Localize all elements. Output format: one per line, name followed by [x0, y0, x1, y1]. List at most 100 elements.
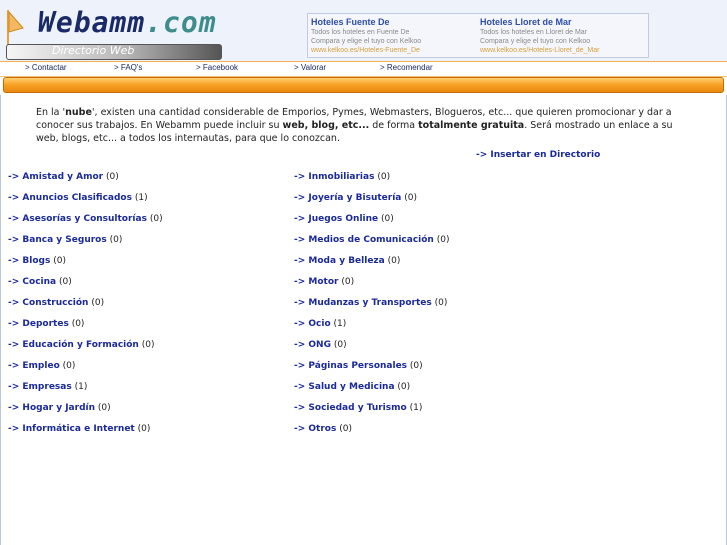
category-link[interactable]: -> Páginas Personales: [294, 361, 407, 371]
category-link[interactable]: -> Empleo: [8, 361, 60, 371]
ad-description: Todos los hoteles en Fuente De: [311, 29, 410, 36]
category-count: (1): [333, 319, 347, 329]
ad-description: Compara y elige el tuyo con Kelkoo: [311, 38, 422, 45]
category-link[interactable]: -> ONG: [294, 340, 331, 350]
category-item: -> Páginas Personales (0): [294, 361, 423, 371]
category-item: -> Otros (0): [294, 424, 352, 434]
category-item: -> Empresas (1): [8, 382, 87, 392]
category-item: -> Inmobiliarias (0): [294, 172, 390, 182]
category-link[interactable]: -> Otros: [294, 424, 336, 434]
category-item: -> Banca y Seguros (0): [8, 235, 122, 245]
category-item: -> Juegos Online (0): [294, 214, 394, 224]
category-item: -> Motor (0): [294, 277, 354, 287]
nav-contactar[interactable]: > Contactar: [25, 63, 67, 72]
category-item: -> Empleo (0): [8, 361, 75, 371]
category-link[interactable]: -> Mudanzas y Transportes: [294, 298, 432, 308]
category-link[interactable]: -> Ocio: [294, 319, 331, 329]
category-link[interactable]: -> Sociedad y Turismo: [294, 403, 407, 413]
category-item: -> Salud y Medicina (0): [294, 382, 410, 392]
category-item: -> Hogar y Jardín (0): [8, 403, 111, 413]
nav-valorar[interactable]: > Valorar: [294, 63, 326, 72]
category-count: (1): [409, 403, 423, 413]
category-count: (0): [137, 424, 151, 434]
category-item: -> Mudanzas y Transportes (0): [294, 298, 447, 308]
ad-description: Compara y elige el tuyo con Kelkoo: [480, 38, 591, 45]
category-item: -> Asesorías y Consultorías (0): [8, 214, 163, 224]
ad-url[interactable]: www.kelkoo.es/Hoteles-Fuente_De: [311, 46, 477, 55]
category-count: (0): [91, 298, 105, 308]
category-count: (0): [106, 172, 119, 182]
intro-text: En la 'nube', existen una cantidad consi…: [36, 106, 691, 145]
category-count: (0): [397, 382, 411, 392]
category-link[interactable]: -> Amistad y Amor: [8, 172, 103, 182]
category-link[interactable]: -> Motor: [294, 277, 338, 287]
ad-item[interactable]: Hoteles Lloret de Mar Todos los hoteles …: [480, 16, 646, 55]
category-link[interactable]: -> Anuncios Clasificados: [8, 193, 132, 203]
category-count: (1): [74, 382, 88, 392]
category-link[interactable]: -> Hogar y Jardín: [8, 403, 95, 413]
category-item: -> Ocio (1): [294, 319, 346, 329]
category-link[interactable]: -> Salud y Medicina: [294, 382, 395, 392]
category-count: (0): [436, 235, 450, 245]
ad-title[interactable]: Hoteles Lloret de Mar: [480, 16, 646, 28]
nav-recomendar[interactable]: > Recomendar: [380, 63, 433, 72]
ad-panel: Hoteles Fuente De Todos los hoteles en F…: [307, 13, 649, 58]
category-item: -> Joyería y Bisutería (0): [294, 193, 417, 203]
category-link[interactable]: -> Moda y Belleza: [294, 256, 385, 266]
category-link[interactable]: -> Banca y Seguros: [8, 235, 107, 245]
category-link[interactable]: -> Informática e Internet: [8, 424, 135, 434]
intro-bold: web, blog, etc...: [282, 120, 370, 131]
nav-faqs[interactable]: > FAQ's: [114, 63, 142, 72]
category-link[interactable]: -> Empresas: [8, 382, 72, 392]
intro-segment: En la ': [36, 107, 66, 118]
category-link[interactable]: -> Educación y Formación: [8, 340, 139, 350]
insert-directory-link[interactable]: -> Insertar en Directorio: [476, 150, 600, 160]
category-item: -> Anuncios Clasificados (1): [8, 193, 148, 203]
category-count: (0): [333, 340, 347, 350]
category-link[interactable]: -> Cocina: [8, 277, 56, 287]
category-count: (0): [109, 235, 123, 245]
category-link[interactable]: -> Medios de Comunicación: [294, 235, 434, 245]
category-item: -> Cocina (0): [8, 277, 72, 287]
category-link[interactable]: -> Blogs: [8, 256, 50, 266]
orange-divider-bar: [3, 77, 724, 93]
category-count: (0): [71, 319, 85, 329]
category-item: -> ONG (0): [294, 340, 347, 350]
ad-item[interactable]: Hoteles Fuente De Todos los hoteles en F…: [311, 16, 477, 55]
category-item: -> Moda y Belleza (0): [294, 256, 400, 266]
logo-suffix-text: .com: [145, 6, 217, 39]
intro-segment: de forma: [369, 120, 419, 131]
category-count: (0): [434, 298, 448, 308]
category-count: (0): [141, 340, 155, 350]
category-link[interactable]: -> Asesorías y Consultorías: [8, 214, 147, 224]
category-item: -> Educación y Formación (0): [8, 340, 154, 350]
category-count: (1): [134, 193, 148, 203]
nav-facebook[interactable]: > Facebook: [196, 63, 238, 72]
category-count: (0): [58, 277, 72, 287]
category-link[interactable]: -> Deportes: [8, 319, 69, 329]
category-count: (0): [377, 172, 391, 182]
category-count: (0): [409, 361, 423, 371]
logo-main-text: Webamm: [38, 6, 146, 39]
category-link[interactable]: -> Joyería y Bisutería: [294, 193, 401, 203]
category-item: -> Blogs (0): [8, 256, 66, 266]
category-link[interactable]: -> Inmobiliarias: [294, 172, 374, 182]
category-item: -> Informática e Internet (0): [8, 424, 150, 434]
category-count: (0): [339, 424, 352, 434]
directory-label: Directorio Web: [52, 44, 135, 57]
category-item: -> Medios de Comunicación (0): [294, 235, 449, 245]
category-link[interactable]: -> Construcción: [8, 298, 88, 308]
site-logo[interactable]: Webamm.com: [38, 6, 217, 39]
ad-description: Todos los hoteles en Lloret de Mar: [480, 29, 588, 36]
category-link[interactable]: -> Juegos Online: [294, 214, 378, 224]
category-item: -> Amistad y Amor (0): [8, 172, 119, 182]
ad-title[interactable]: Hoteles Fuente De: [311, 16, 477, 28]
category-count: (0): [97, 403, 111, 413]
category-item: -> Construcción (0): [8, 298, 104, 308]
category-item: -> Deportes (0): [8, 319, 84, 329]
category-count: (0): [341, 277, 355, 287]
ad-url[interactable]: www.kelkoo.es/Hoteles-Lloret_de_Mar: [480, 46, 646, 55]
category-item: -> Sociedad y Turismo (1): [294, 403, 422, 413]
top-nav: > Contactar > FAQ's > Facebook > Valorar…: [0, 61, 727, 77]
site-header: Webamm.com Directorio Web Hoteles Fuente…: [0, 0, 727, 63]
